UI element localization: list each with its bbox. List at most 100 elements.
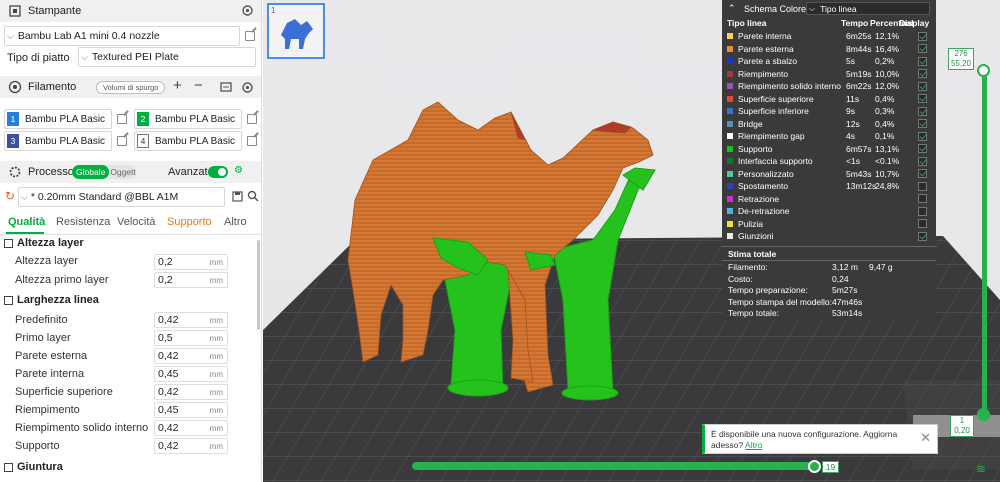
- stat-label: Costo:: [728, 274, 753, 284]
- reset-icon[interactable]: ↻: [5, 189, 15, 203]
- param-input[interactable]: 0,42 mm: [154, 438, 228, 454]
- notification-link[interactable]: Altro: [745, 440, 762, 450]
- tab-quality[interactable]: Qualità: [8, 216, 45, 228]
- legend-row[interactable]: Supporto 6m57s 13,1%: [727, 143, 934, 156]
- filament-slot-2[interactable]: 2 Bambu PLA Basic: [134, 109, 242, 129]
- legend-row[interactable]: Superficie inferiore 9s 0,3%: [727, 105, 934, 118]
- tab-support[interactable]: Supporto: [167, 216, 212, 228]
- close-icon[interactable]: ✕: [920, 431, 931, 444]
- display-checkbox[interactable]: [918, 181, 927, 191]
- param-input[interactable]: 0,42 mm: [154, 312, 228, 328]
- display-checkbox[interactable]: [918, 194, 927, 203]
- param-input[interactable]: 0,5 mm: [154, 330, 228, 346]
- display-checkbox[interactable]: [918, 44, 927, 53]
- save-preset-icon[interactable]: [232, 191, 243, 205]
- legend-row[interactable]: Parete esterna 8m44s 16,4%: [727, 43, 934, 56]
- legend-row[interactable]: Personalizzato 5m43s 10,7%: [727, 168, 934, 181]
- legend-row-name: Parete esterna: [738, 43, 794, 54]
- display-checkbox[interactable]: [918, 169, 927, 178]
- legend-row[interactable]: Superficie superiore 11s 0,4%: [727, 93, 934, 106]
- display-checkbox[interactable]: [918, 119, 927, 128]
- param-input[interactable]: 0,42 mm: [154, 348, 228, 364]
- display-checkbox[interactable]: [918, 81, 927, 91]
- legend-row[interactable]: Parete a sbalzo 5s 0,2%: [727, 55, 934, 68]
- move-slider-handle[interactable]: [808, 460, 821, 473]
- add-filament-icon[interactable]: +: [173, 77, 182, 94]
- layer-top-handle[interactable]: [977, 64, 990, 77]
- param-unit: mm: [209, 369, 223, 379]
- display-checkbox[interactable]: [918, 56, 927, 66]
- sidebar-scrollbar[interactable]: [257, 240, 260, 330]
- tab-speed[interactable]: Velocità: [117, 216, 156, 228]
- legend-row[interactable]: Riempimento gap 4s 0,1%: [727, 130, 934, 143]
- stat-value: 3,12 m: [832, 262, 858, 272]
- param-input[interactable]: 0,2 mm: [154, 272, 228, 288]
- filament-slot-3[interactable]: 3 Bambu PLA Basic: [4, 131, 112, 151]
- advanced-switch[interactable]: [208, 166, 228, 178]
- display-checkbox[interactable]: [918, 69, 927, 78]
- move-slider-value: 19: [822, 461, 839, 473]
- edit-filament-icon[interactable]: [117, 136, 127, 146]
- printer-settings-icon[interactable]: [241, 4, 254, 20]
- legend-row-time: 6m22s: [846, 81, 872, 92]
- display-checkbox[interactable]: [918, 206, 927, 216]
- param-unit: mm: [209, 405, 223, 415]
- edit-printer-icon[interactable]: [245, 31, 255, 41]
- display-checkbox[interactable]: [918, 231, 927, 241]
- tab-strength[interactable]: Resistenza: [56, 216, 110, 228]
- col-type: Tipo linea: [727, 18, 767, 28]
- global-objects-toggle[interactable]: Globale Oggetti: [72, 165, 136, 179]
- printer-select[interactable]: ⌵ Bambu Lab A1 mini 0.4 nozzle: [4, 26, 240, 46]
- display-checkbox[interactable]: [918, 106, 927, 116]
- legend-row[interactable]: Interfaccia supporto <1s <0.1%: [727, 155, 934, 168]
- edit-filament-icon[interactable]: [117, 114, 127, 124]
- param-input[interactable]: 0,42 mm: [154, 384, 228, 400]
- purge-volumes-button[interactable]: Volumi di spurgo: [96, 81, 166, 94]
- param-input[interactable]: 0,45 mm: [154, 366, 228, 382]
- display-checkbox[interactable]: [918, 94, 927, 103]
- view-mode-select[interactable]: ⌵ Tipo linea: [806, 2, 930, 15]
- filament-sync-icon[interactable]: [220, 81, 232, 96]
- legend-row[interactable]: Riempimento 5m19s 10,0%: [727, 68, 934, 81]
- filament-slot-4[interactable]: 4 Bambu PLA Basic: [134, 131, 242, 151]
- filament-slot-1[interactable]: 1 Bambu PLA Basic: [4, 109, 112, 129]
- legend-row[interactable]: Pulizia: [727, 218, 934, 231]
- remove-filament-icon[interactable]: −: [194, 77, 203, 94]
- display-checkbox[interactable]: [918, 156, 927, 166]
- layers-icon[interactable]: ≋: [976, 462, 986, 476]
- legend-row-time: 5s: [846, 56, 855, 67]
- param-input[interactable]: 0,45 mm: [154, 402, 228, 418]
- param-value: 0,45: [158, 368, 179, 380]
- display-checkbox[interactable]: [918, 144, 927, 153]
- param-input[interactable]: 0,42 mm: [154, 420, 228, 436]
- display-checkbox[interactable]: [918, 219, 927, 228]
- layer-slider[interactable]: [980, 68, 988, 418]
- legend-row-name: Riempimento: [738, 68, 789, 79]
- legend-row[interactable]: De-retrazione: [727, 205, 934, 218]
- legend-row[interactable]: Riempimento solido interno 6m22s 12,0%: [727, 80, 934, 93]
- process-preset-select[interactable]: ⌵ * 0.20mm Standard @BBL A1M: [18, 187, 225, 207]
- display-checkbox[interactable]: [918, 131, 927, 141]
- param-label: Primo layer: [15, 332, 71, 344]
- legend-row-name: Giunzioni: [738, 231, 774, 242]
- legend-row[interactable]: Parete interna 6m25s 12,1%: [727, 30, 934, 43]
- filament-settings-icon[interactable]: [241, 81, 254, 97]
- param-input[interactable]: 0,2 mm: [154, 254, 228, 270]
- search-icon[interactable]: [247, 190, 259, 205]
- display-checkbox[interactable]: [918, 31, 927, 41]
- toggle-objects[interactable]: Oggetti: [109, 165, 136, 179]
- layer-bottom-handle[interactable]: [977, 408, 990, 421]
- legend-row[interactable]: Spostamento 13m12s 24,8%: [727, 180, 934, 193]
- plate-thumbnail[interactable]: 1: [267, 3, 325, 59]
- legend-row[interactable]: Bridge 12s 0,4%: [727, 118, 934, 131]
- collapse-icon[interactable]: ⌃: [728, 3, 736, 14]
- compare-icon[interactable]: ⚙: [234, 165, 243, 176]
- legend-row[interactable]: Giunzioni: [727, 230, 934, 243]
- tab-other[interactable]: Altro: [224, 216, 247, 228]
- legend-row[interactable]: Retrazione: [727, 193, 934, 206]
- param-value: 0,5: [158, 332, 173, 344]
- plate-type-select[interactable]: ⌵ Textured PEI Plate: [78, 47, 256, 67]
- edit-filament-icon[interactable]: [247, 136, 257, 146]
- edit-filament-icon[interactable]: [247, 114, 257, 124]
- toggle-global[interactable]: Globale: [72, 165, 110, 179]
